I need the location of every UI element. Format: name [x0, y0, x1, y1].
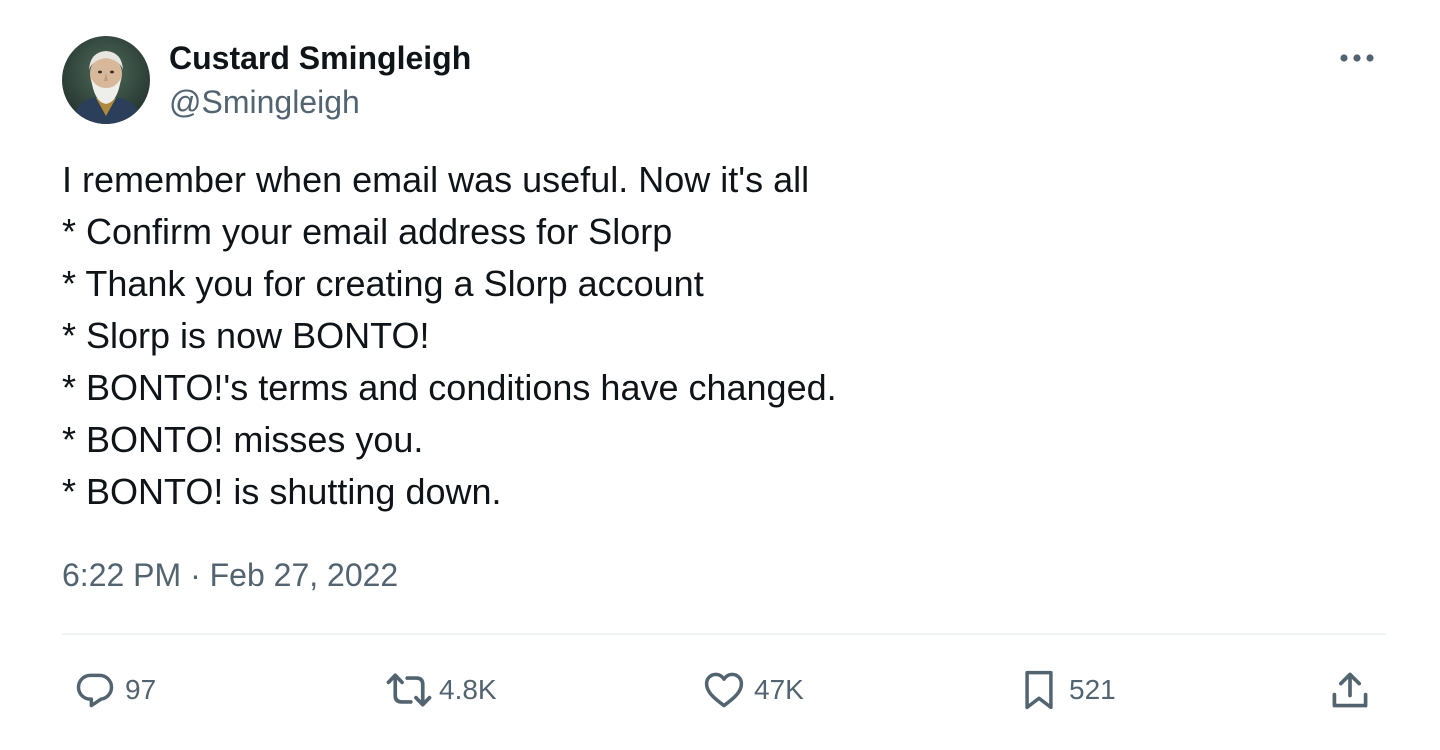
retweet-button[interactable]: 4.8K — [385, 666, 497, 714]
avatar-portrait-icon — [62, 36, 150, 124]
tweet-line: * Confirm your email address for Slorp — [62, 211, 673, 252]
retweet-count: 4.8K — [439, 674, 497, 705]
timestamp-separator: · — [190, 557, 201, 593]
timestamp: 6:22 PM · Feb 27, 2022 — [62, 553, 398, 597]
tweet-line: I remember when email was useful. Now it… — [62, 159, 810, 200]
tweet-line: * BONTO! is shutting down. — [62, 471, 502, 512]
heart-icon — [700, 666, 748, 714]
tweet-line: * BONTO!'s terms and conditions have cha… — [62, 367, 837, 408]
bookmark-button[interactable]: 521 — [1015, 666, 1116, 714]
like-button[interactable]: 47K — [700, 666, 804, 714]
tweet-time[interactable]: 6:22 PM — [62, 557, 181, 593]
share-button[interactable] — [1326, 666, 1374, 714]
retweet-icon — [385, 666, 433, 714]
avatar[interactable] — [62, 36, 150, 124]
tweet-line: * BONTO! misses you. — [62, 419, 424, 460]
user-handle[interactable]: @Smingleigh — [169, 80, 471, 124]
divider — [62, 633, 1386, 635]
share-icon — [1326, 666, 1374, 714]
tweet-line: * Thank you for creating a Slorp account — [62, 263, 704, 304]
display-name[interactable]: Custard Smingleigh — [169, 36, 471, 80]
tweet-card: Custard Smingleigh @Smingleigh I remembe… — [0, 0, 1440, 750]
reply-button[interactable]: 97 — [71, 666, 156, 714]
bookmark-count: 521 — [1069, 674, 1116, 705]
like-count: 47K — [754, 674, 804, 705]
tweet-date[interactable]: Feb 27, 2022 — [210, 557, 399, 593]
tweet-text: I remember when email was useful. Now it… — [62, 154, 1382, 518]
more-horizontal-icon — [1340, 54, 1374, 62]
reply-icon — [71, 666, 119, 714]
bookmark-icon — [1015, 666, 1063, 714]
author-info: Custard Smingleigh @Smingleigh — [169, 36, 471, 124]
reply-count: 97 — [125, 674, 157, 705]
tweet-line: * Slorp is now BONTO! — [62, 315, 430, 356]
more-options-button[interactable] — [1336, 40, 1378, 76]
